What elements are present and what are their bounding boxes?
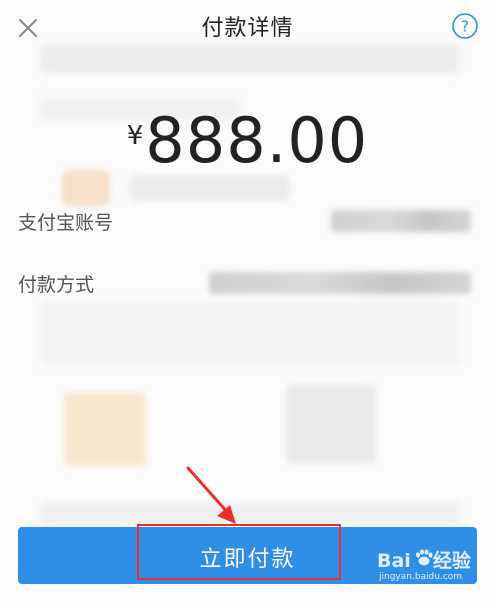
question-circle-glyph: ? bbox=[452, 13, 478, 39]
redacted-account-value bbox=[331, 210, 471, 232]
page-title: 付款详情 bbox=[201, 16, 294, 41]
payment-sheet: 付款详情 ? ¥888.00 支付宝账号 付款方式 立即付款 Bai 经验 ji… bbox=[0, 0, 495, 601]
detail-label-account: 支付宝账号 bbox=[18, 212, 114, 234]
amount-value: 888.00 bbox=[145, 104, 369, 177]
pay-now-label: 立即付款 bbox=[199, 546, 296, 571]
question-circle-icon[interactable]: ? bbox=[451, 12, 479, 40]
payment-detail-screen: 付款详情 ? ¥888.00 支付宝账号 付款方式 立即付款 Bai 经验 ji… bbox=[0, 0, 495, 601]
pay-now-button[interactable]: 立即付款 bbox=[18, 527, 477, 584]
detail-label-method: 付款方式 bbox=[18, 274, 95, 296]
svg-text:?: ? bbox=[461, 18, 469, 36]
detail-row-account: 支付宝账号 bbox=[0, 202, 495, 242]
redacted-method-value bbox=[209, 272, 471, 294]
payment-amount: ¥888.00 bbox=[0, 104, 495, 177]
currency-symbol: ¥ bbox=[126, 121, 144, 151]
sheet-header: 付款详情 ? bbox=[0, 0, 495, 56]
detail-row-method[interactable]: 付款方式 bbox=[0, 264, 495, 304]
